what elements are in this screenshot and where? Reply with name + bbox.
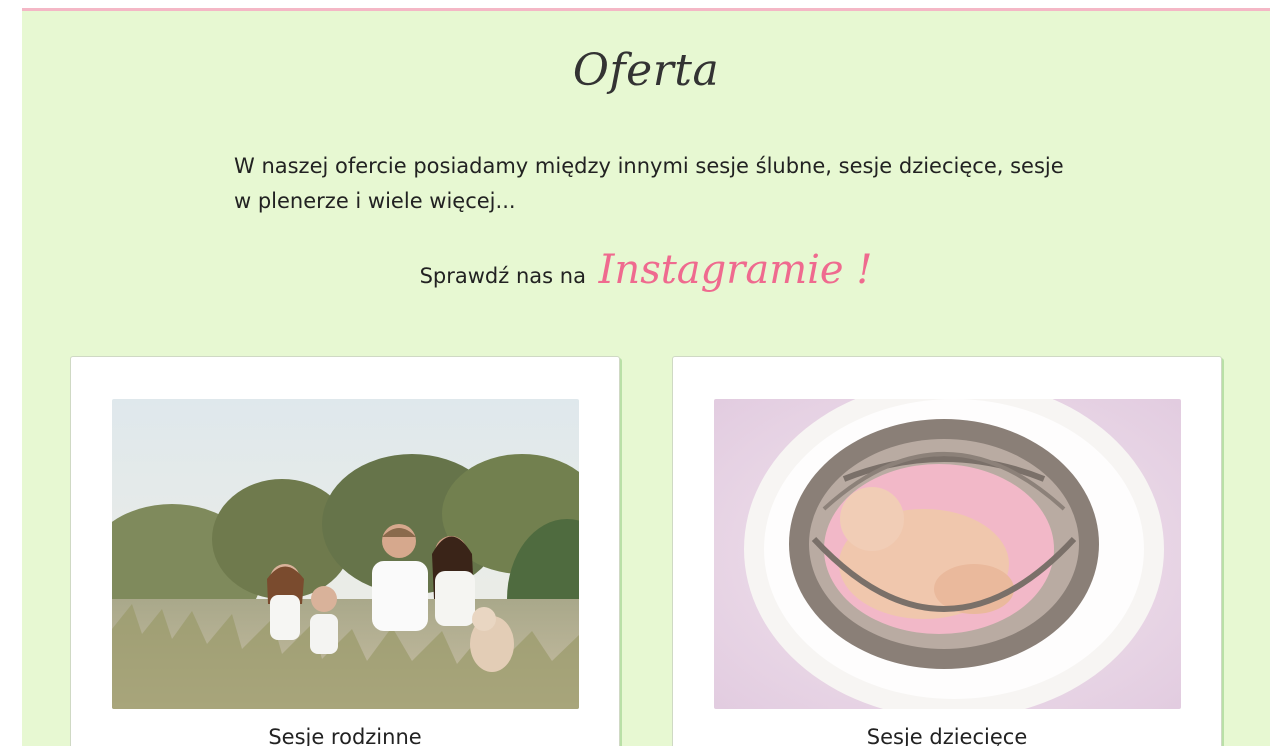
card-label-family: Sesje rodzinne xyxy=(268,725,422,746)
offer-card-family[interactable]: Sesje rodzinne xyxy=(70,356,620,746)
baby-photo xyxy=(714,399,1181,709)
card-label-kids: Sesje dziecięce xyxy=(866,725,1028,746)
instagram-link[interactable]: Instagramie ! xyxy=(599,247,873,293)
cta-prefix: Sprawdź nas na xyxy=(419,264,586,288)
instagram-cta: Sprawdź nas na Instagramie ! xyxy=(22,247,1270,293)
section-title: Oferta xyxy=(572,45,720,96)
offer-section: Oferta W naszej ofercie posiadamy między… xyxy=(22,8,1270,746)
intro-text: W naszej ofercie posiadamy między innymi… xyxy=(234,154,1064,213)
offer-card-kids[interactable]: Sesje dziecięce xyxy=(672,356,1222,746)
family-photo xyxy=(112,399,579,709)
